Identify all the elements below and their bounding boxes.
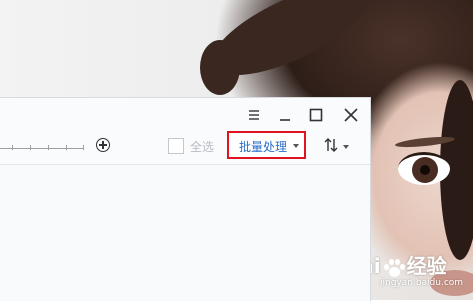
chevron-down-icon[interactable] <box>343 145 349 149</box>
watermark-url: jingyan.baidu.com <box>380 278 464 288</box>
paw-icon <box>383 258 405 277</box>
batch-process-label: 批量处理 <box>239 140 288 154</box>
slider-tick <box>83 145 84 150</box>
slider-tick <box>30 145 31 150</box>
toolbar-divider <box>0 164 370 165</box>
select-all-checkbox[interactable] <box>168 138 184 154</box>
close-icon[interactable] <box>342 106 360 124</box>
slider-tick <box>12 145 13 150</box>
minimize-icon[interactable] <box>276 106 294 124</box>
select-all-label: 全选 <box>190 140 215 154</box>
hair <box>200 40 240 95</box>
slider-tick <box>66 145 67 150</box>
maximize-icon[interactable] <box>307 106 325 124</box>
title-bar <box>0 98 370 132</box>
zoom-in-icon[interactable] <box>96 138 110 152</box>
sort-icon[interactable] <box>322 136 340 154</box>
batch-process-button[interactable]: 批量处理 <box>227 131 306 159</box>
app-window: 全选 批量处理 <box>0 97 371 301</box>
menu-icon[interactable] <box>245 106 263 124</box>
chevron-down-icon <box>293 144 299 148</box>
slider-tick <box>48 145 49 150</box>
eye <box>398 152 450 185</box>
